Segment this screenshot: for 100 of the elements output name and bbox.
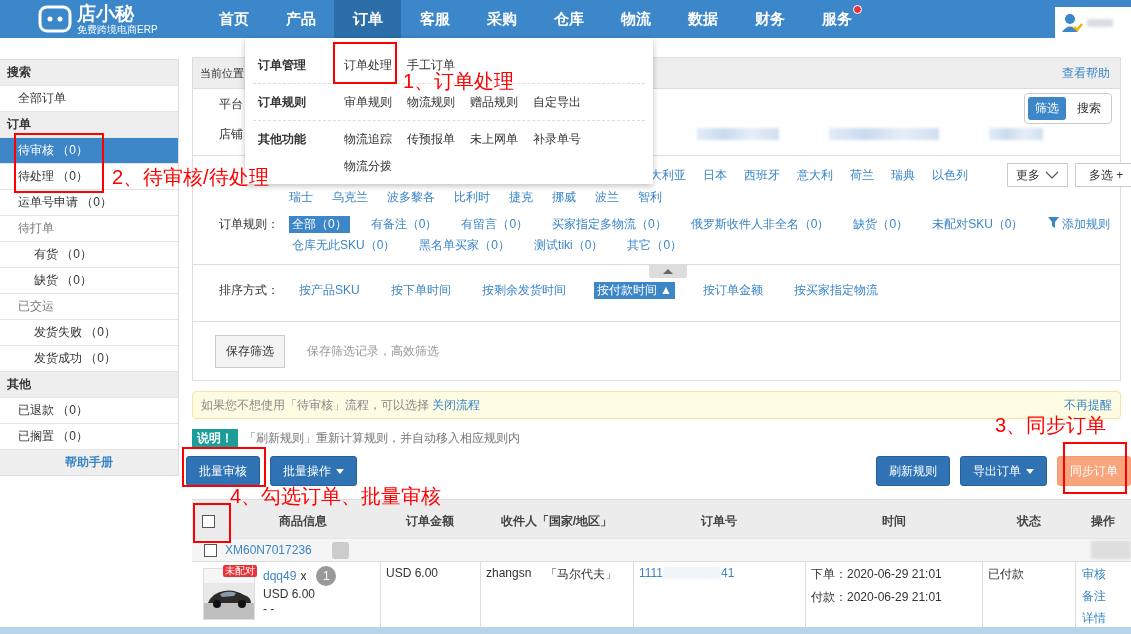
nav-item[interactable]: 数据	[669, 0, 736, 38]
menu-item[interactable]: 赠品规则	[470, 94, 533, 110]
rule-filter[interactable]: 有留言（0）	[458, 216, 532, 233]
sku-link[interactable]: dqq49	[263, 569, 297, 583]
sidebar-item[interactable]: 已交运	[18, 294, 54, 319]
menu-item[interactable]: 传预报单	[407, 131, 470, 147]
sidebar-item[interactable]: 发货成功 （0）	[34, 346, 116, 371]
more-dropdown[interactable]: 更多	[1007, 163, 1068, 187]
nav-item[interactable]: 产品	[267, 0, 334, 38]
select-all-checkbox[interactable]	[202, 514, 215, 528]
sort-option[interactable]: 按剩余发货时间	[478, 281, 569, 299]
country-option[interactable]: 西班牙	[744, 166, 780, 184]
country-option[interactable]: 瑞典	[891, 166, 915, 184]
checkbox[interactable]	[204, 543, 217, 557]
sidebar-item[interactable]: 全部订单	[18, 86, 66, 111]
action-link[interactable]: 审核	[1082, 566, 1106, 583]
nav-item[interactable]: 财务	[736, 0, 803, 38]
add-rule-link[interactable]: 添加规则	[1047, 214, 1110, 235]
menu-item[interactable]: 未上网单	[470, 131, 533, 147]
help-link[interactable]: 帮助手册	[0, 450, 178, 475]
nav-item[interactable]: 首页	[200, 0, 267, 38]
sort-option[interactable]: 按订单金额	[699, 281, 766, 299]
caret-icon	[336, 468, 344, 474]
nav-item[interactable]: 客服	[401, 0, 468, 38]
action-link[interactable]: 备注	[1082, 588, 1106, 605]
country-option[interactable]: 以色列	[932, 166, 968, 184]
save-filter-button[interactable]: 保存筛选	[215, 334, 285, 368]
sort-option[interactable]: 按产品SKU	[296, 281, 363, 299]
sidebar-item[interactable]: 有货 （0）	[34, 242, 92, 267]
annotation-text: 4、勾选订单、批量审核	[230, 485, 442, 507]
country-option[interactable]: 乌克兰	[332, 188, 368, 206]
menu-item[interactable]: 订单处理	[344, 57, 407, 73]
country-option[interactable]: 瑞士	[289, 188, 313, 206]
rule-filter[interactable]: 黑名单买家（0）	[416, 237, 514, 254]
menu-item[interactable]: 自定导出	[533, 94, 596, 110]
menu-item[interactable]: 补录单号	[533, 131, 596, 147]
menu-item[interactable]: 审单规则	[344, 94, 407, 110]
rule-filter[interactable]: 全部（0）	[289, 216, 350, 233]
sort-option[interactable]: 按下单时间	[387, 281, 454, 299]
menu-item[interactable]: 物流规则	[407, 94, 470, 110]
help-link[interactable]: 查看帮助	[1062, 64, 1110, 82]
rule-filter[interactable]: 缺货（0）	[850, 216, 912, 233]
country-option[interactable]: 日本	[703, 166, 727, 184]
toggle-option[interactable]: 筛选	[1028, 96, 1066, 120]
sidebar-item[interactable]: 缺货 （0）	[34, 268, 92, 293]
rule-filter[interactable]: 买家指定多物流（0）	[549, 216, 670, 233]
nav-item[interactable]: 服务	[803, 0, 870, 38]
column-header: 操作	[1091, 512, 1115, 530]
sidebar-item[interactable]: 待打单	[18, 216, 54, 241]
info-text: 「刷新规则」重新计算规则，并自动移入相应规则内	[244, 430, 520, 447]
action-button[interactable]: 刷新规则	[876, 456, 950, 486]
menu-item[interactable]: 手工订单	[407, 57, 470, 73]
order-number-link[interactable]: 41	[721, 566, 735, 580]
nav-item[interactable]: 仓库	[535, 0, 602, 38]
nav-item[interactable]: 物流	[602, 0, 669, 38]
country-text: 「马尔代夫」	[545, 566, 618, 583]
rule-filter[interactable]: 仓库无此SKU（0）	[289, 237, 399, 254]
highlight-box	[333, 42, 397, 84]
amount-text: USD 6.00	[386, 566, 439, 580]
user-icon	[1061, 12, 1083, 33]
action-button[interactable]: 批量审核	[186, 456, 260, 486]
sidebar-item[interactable]: 待处理 （0）	[18, 164, 88, 189]
sidebar-item[interactable]: 发货失败 （0）	[34, 320, 116, 345]
user-area[interactable]	[1055, 7, 1131, 38]
nav-item[interactable]: 订单	[334, 0, 401, 38]
rule-filter[interactable]: 有备注（0）	[367, 216, 441, 233]
menu-item[interactable]: 物流分拨	[344, 158, 407, 174]
order-number-link[interactable]: 1111	[639, 566, 664, 580]
price-text: USD 6.00	[263, 587, 317, 601]
close-flow-link[interactable]: 关闭流程	[432, 397, 481, 412]
country-option[interactable]: 挪威	[552, 188, 576, 206]
multi-select-button[interactable]: 多选 +	[1075, 163, 1131, 187]
rule-filter[interactable]: 未配对SKU（0）	[929, 216, 1027, 233]
country-option[interactable]: 波多黎各	[387, 188, 435, 206]
toggle-option[interactable]: 搜索	[1070, 96, 1108, 120]
dismiss-link[interactable]: 不再提醒	[1064, 396, 1112, 414]
filter-label: 排序方式：	[219, 281, 279, 299]
sidebar-item[interactable]: 已退款 （0）	[18, 398, 88, 423]
country-option[interactable]: 智利	[638, 188, 662, 206]
rule-filter[interactable]: 测试tiki（0）	[531, 237, 607, 254]
action-link[interactable]: 详情	[1082, 610, 1106, 627]
rule-filter[interactable]: 俄罗斯收件人非全名（0）	[687, 216, 833, 233]
country-option[interactable]: 波兰	[595, 188, 619, 206]
sidebar-item[interactable]: 运单号申请 （0）	[18, 190, 112, 215]
order-id-link[interactable]: XM60N7017236	[225, 543, 312, 557]
action-button[interactable]: 批量操作	[270, 456, 357, 486]
sort-option[interactable]: 按付款时间 ▲	[593, 281, 675, 299]
rule-filter[interactable]: 其它（0）	[624, 237, 686, 254]
country-option[interactable]: 捷克	[509, 188, 533, 206]
country-option[interactable]: 比利时	[454, 188, 490, 206]
menu-item[interactable]: 物流追踪	[344, 131, 407, 147]
logo-subtitle: 免费跨境电商ERP	[77, 23, 158, 35]
sidebar-item[interactable]: 待审核 （0）	[0, 138, 178, 164]
sidebar-item[interactable]: 已搁置 （0）	[18, 424, 88, 449]
action-button[interactable]: 导出订单	[960, 456, 1047, 486]
notification-dot	[853, 5, 862, 14]
country-option[interactable]: 荷兰	[850, 166, 874, 184]
nav-item[interactable]: 采购	[468, 0, 535, 38]
country-option[interactable]: 意大利	[797, 166, 833, 184]
sort-option[interactable]: 按买家指定物流	[790, 281, 881, 299]
